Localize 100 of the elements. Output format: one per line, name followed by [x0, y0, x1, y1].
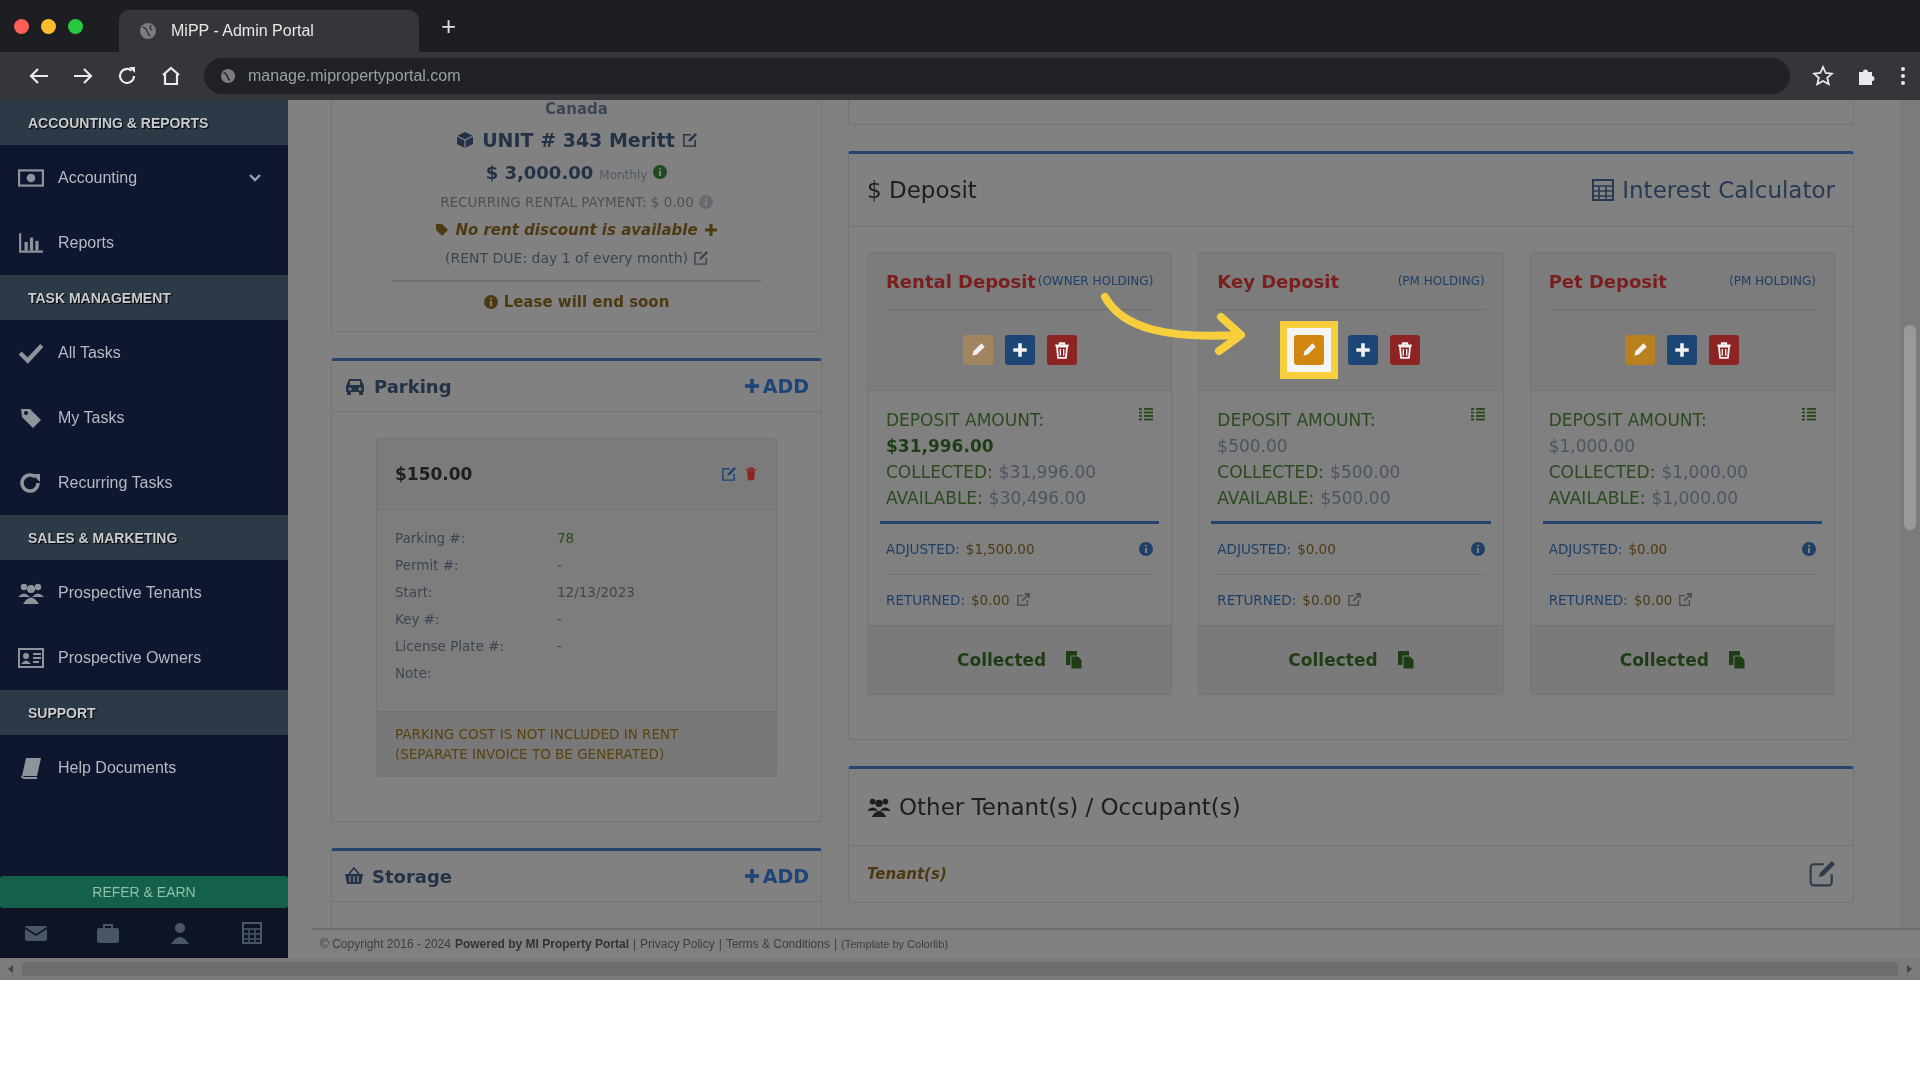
status-label: Collected	[957, 650, 1047, 670]
maximize-window-control[interactable]	[68, 18, 83, 34]
bar-chart-icon	[18, 231, 44, 254]
amount-label: DEPOSIT AMOUNT:	[1548, 409, 1707, 432]
plus-icon	[1673, 341, 1692, 359]
returned-value: $0.00	[971, 592, 1010, 608]
returned-label: RETURNED:	[886, 592, 965, 608]
amount-label: COLLECTED:	[886, 461, 993, 484]
parking-notice: PARKING COST IS NOT INCLUDED IN RENT	[395, 726, 680, 742]
add-button[interactable]	[1348, 335, 1378, 365]
documents-icon[interactable]	[1066, 651, 1083, 669]
edit-icon[interactable]	[722, 467, 736, 481]
card-title: Rental Deposit	[886, 270, 1036, 292]
info-icon	[653, 165, 668, 179]
basket-icon	[344, 867, 364, 885]
sidebar-item[interactable]: Prospective Owners	[0, 625, 288, 690]
field-value: -	[557, 557, 563, 573]
edit-button[interactable]	[1294, 335, 1324, 365]
trash-icon	[1052, 341, 1071, 359]
sidebar-item[interactable]: My Tasks	[0, 385, 288, 450]
scroll-left-icon[interactable]	[6, 964, 16, 974]
reload-icon[interactable]	[116, 65, 138, 87]
amount-value: $31,996.00	[886, 435, 995, 458]
minimize-window-control[interactable]	[41, 18, 56, 34]
plus-icon	[1010, 341, 1029, 359]
amount-label: DEPOSIT AMOUNT:	[1217, 409, 1376, 432]
car-icon	[344, 377, 366, 395]
holding-label: (PM HOLDING)	[1397, 274, 1485, 288]
list-icon[interactable]	[1470, 407, 1485, 421]
sidebar-item[interactable]: Recurring Tasks	[0, 450, 288, 515]
amount-label: AVAILABLE:	[886, 487, 983, 510]
field-value: 78	[557, 530, 576, 546]
card-title: Pet Deposit	[1548, 270, 1667, 292]
list-icon[interactable]	[1802, 407, 1816, 421]
close-window-control[interactable]	[14, 18, 29, 34]
tag-icon	[18, 406, 44, 429]
panel-title: Parking	[374, 375, 452, 397]
unit-name: UNIT # 343 Meritt	[482, 129, 675, 151]
sidebar-item[interactable]: Accounting	[0, 145, 288, 210]
adjusted-label: ADJUSTED:	[1217, 541, 1292, 557]
documents-icon[interactable]	[1728, 651, 1745, 669]
home-icon[interactable]	[160, 65, 182, 87]
amount-label: COLLECTED:	[1548, 461, 1656, 484]
adjusted-value: $1,500.00	[965, 541, 1035, 557]
edit-icon[interactable]	[1809, 861, 1835, 887]
trash-icon[interactable]	[744, 467, 758, 481]
sidebar-item[interactable]: Reports	[0, 210, 288, 275]
edit-icon[interactable]	[682, 133, 697, 147]
menu-icon[interactable]	[1900, 65, 1906, 87]
delete-button[interactable]	[1046, 335, 1077, 365]
separator-text: |	[833, 937, 838, 951]
field-value: -	[557, 611, 563, 627]
horizontal-scrollbar[interactable]	[0, 958, 1920, 980]
field-label: Parking #:	[395, 530, 467, 546]
star-icon[interactable]	[1812, 65, 1834, 87]
edit-button[interactable]	[1625, 335, 1656, 365]
status-label: Collected	[1288, 650, 1378, 670]
add-button[interactable]	[1667, 335, 1698, 365]
plus-icon	[744, 379, 759, 393]
returned-label: RETURNED:	[1548, 592, 1628, 608]
refer-earn-button[interactable]: REFER & EARN	[0, 876, 288, 908]
browser-tab[interactable]: MiPP - Admin Portal	[119, 10, 419, 52]
trash-icon	[1396, 341, 1414, 359]
calculator-icon[interactable]	[240, 922, 264, 944]
vertical-scrollbar[interactable]	[1900, 100, 1920, 928]
amount-label: AVAILABLE:	[1217, 487, 1315, 510]
scroll-right-icon[interactable]	[1904, 964, 1914, 974]
returned-value: $0.00	[1302, 592, 1341, 608]
info-icon	[1470, 542, 1485, 556]
plus-icon[interactable]	[703, 223, 718, 237]
field-label: Key #:	[395, 611, 441, 627]
external-link-icon[interactable]	[1015, 593, 1030, 607]
sidebar-item[interactable]: Help Documents	[0, 735, 288, 800]
edit-icon[interactable]	[694, 251, 708, 265]
id-card-icon	[18, 646, 44, 669]
documents-icon[interactable]	[1397, 651, 1414, 669]
field-label: Start:	[395, 584, 434, 600]
adjusted-label: ADJUSTED:	[1548, 541, 1623, 557]
external-link-icon[interactable]	[1347, 593, 1361, 607]
parking-amount: $150.00	[395, 464, 473, 484]
plus-icon	[744, 869, 759, 883]
tenants-subtitle: Tenant(s)	[867, 865, 947, 883]
user-icon[interactable]	[168, 922, 192, 944]
adjusted-value: $0.00	[1628, 541, 1668, 557]
briefcase-icon[interactable]	[96, 922, 120, 944]
sidebar-item[interactable]: All Tasks	[0, 320, 288, 385]
address-bar[interactable]: manage.mipropertyportal.com	[204, 58, 1790, 94]
list-icon[interactable]	[1139, 407, 1154, 421]
external-link-icon[interactable]	[1678, 593, 1693, 607]
new-tab-button[interactable]: +	[433, 10, 465, 42]
panel-title: Storage	[372, 865, 453, 887]
add-button[interactable]	[1004, 335, 1035, 365]
section-header: SALES & MARKETING	[0, 515, 288, 560]
sidebar-item[interactable]: Prospective Tenants	[0, 560, 288, 625]
pencil-icon	[1631, 341, 1650, 359]
delete-button[interactable]	[1390, 335, 1420, 365]
plus-icon	[1354, 341, 1372, 359]
country-text: Canada	[545, 100, 608, 118]
delete-button[interactable]	[1709, 335, 1740, 365]
info-icon	[483, 295, 498, 309]
